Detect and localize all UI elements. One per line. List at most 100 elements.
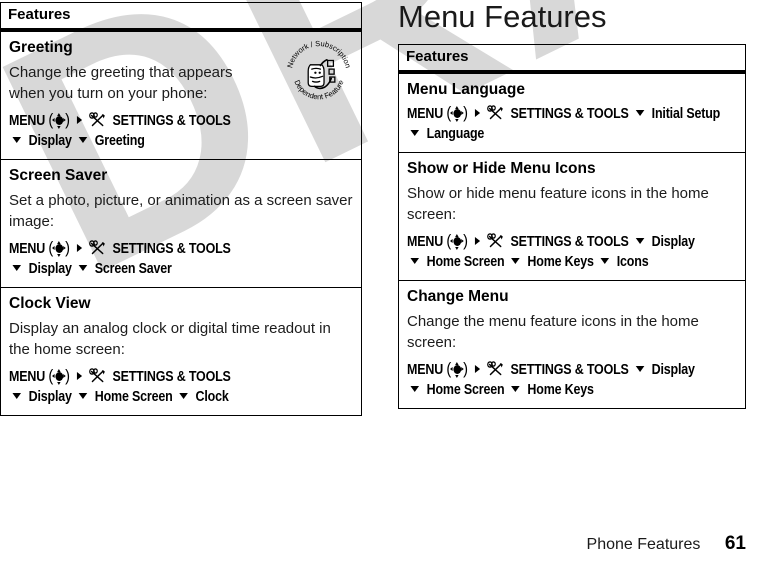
navigation-key-icon: ( )	[446, 359, 468, 378]
settings-and-tools-icon	[89, 240, 106, 256]
settings-and-tools-icon	[89, 368, 106, 384]
left-features-table: Features Greeting Change the greeting th…	[0, 2, 362, 416]
row-description: Display an analog clock or digital time …	[9, 320, 331, 358]
arrow-down-icon	[511, 258, 520, 264]
row-description: Show or hide menu feature icons in the h…	[407, 185, 709, 223]
row-title: Screen Saver	[9, 167, 108, 184]
settings-and-tools-icon	[487, 233, 504, 249]
menu-item-label: Screen Saver	[94, 261, 172, 277]
menu-item-label: Initial Setup	[651, 106, 721, 122]
row-title: Change Menu	[407, 288, 509, 305]
paren-right: )	[463, 359, 468, 378]
menu-item-label: Display	[651, 234, 695, 250]
row-description: Set a photo, picture, or animation as a …	[9, 192, 353, 230]
arrow-down-icon	[635, 110, 645, 116]
arrow-down-icon	[410, 386, 420, 392]
manual-page: Features Greeting Change the greeting th…	[0, 0, 759, 565]
menu-item-label: Icons	[616, 254, 649, 270]
right-column: Menu Features Features Menu Language MEN…	[398, 0, 746, 409]
menu-item-label: Display	[28, 261, 72, 277]
arrow-down-icon	[12, 265, 22, 271]
arrow-down-icon	[78, 393, 88, 399]
table-row: Menu Language MENU ( ) SETTINGS & TOOLS …	[399, 74, 745, 153]
arrow-down-icon	[410, 130, 420, 136]
menu-key-label: MENU	[407, 362, 444, 378]
menu-item-label: Home Keys	[527, 382, 594, 398]
menu-item-label: SETTINGS & TOOLS	[112, 241, 231, 257]
row-description: Change the greeting that appears when yo…	[9, 64, 233, 102]
arrow-right-icon	[76, 244, 82, 252]
navigation-key-icon: ( )	[48, 110, 70, 129]
menu-item-label: Home Screen	[426, 382, 505, 398]
left-table-header: Features	[1, 3, 361, 32]
navigation-path: MENU ( )	[9, 367, 352, 407]
arrow-right-icon	[76, 116, 82, 124]
row-title: Clock View	[9, 295, 91, 312]
menu-item-label: Home Screen	[94, 389, 173, 405]
arrow-down-icon	[12, 393, 22, 399]
table-row: Greeting Change the greeting that appear…	[1, 32, 361, 160]
right-features-table: Features Menu Language MENU ( ) SETTINGS…	[398, 44, 746, 409]
navigation-key-icon: ( )	[48, 238, 70, 257]
paren-right: )	[65, 110, 70, 129]
navigation-key-icon: ( )	[446, 231, 468, 250]
arrow-right-icon	[474, 109, 480, 117]
footer-section-label: Phone Features	[586, 536, 701, 553]
left-column: Features Greeting Change the greeting th…	[0, 2, 362, 416]
settings-and-tools-icon	[89, 112, 106, 128]
table-row: Show or Hide Menu Icons Show or hide men…	[399, 153, 745, 281]
menu-item-label: SETTINGS & TOOLS	[112, 113, 231, 129]
paren-right: )	[65, 366, 70, 385]
arrow-down-icon	[410, 258, 420, 264]
navigation-path: MENU ( )	[9, 111, 352, 151]
navigation-key-icon: ( )	[48, 366, 70, 385]
menu-key-label: MENU	[9, 241, 46, 257]
table-row: Change Menu Change the menu feature icon…	[399, 281, 745, 408]
right-table-header: Features	[399, 45, 745, 74]
navigation-path: MENU ( )	[407, 360, 736, 400]
settings-and-tools-icon	[487, 361, 504, 377]
menu-item-label: Language	[426, 126, 485, 142]
navigation-path: MENU ( )	[407, 104, 736, 144]
settings-and-tools-icon	[487, 105, 504, 121]
menu-item-label: Display	[28, 133, 72, 149]
table-row: Clock View Display an analog clock or di…	[1, 288, 361, 415]
navigation-key-icon: ( )	[446, 103, 468, 122]
arrow-down-icon	[179, 393, 188, 399]
arrow-right-icon	[76, 372, 82, 380]
menu-key-label: MENU	[407, 106, 444, 122]
paren-right: )	[65, 238, 70, 257]
page-footer: Phone Features 61	[0, 533, 746, 555]
menu-key-label: MENU	[9, 113, 46, 129]
navigation-path: MENU ( )	[407, 232, 736, 272]
arrow-down-icon	[78, 265, 88, 271]
arrow-down-icon	[12, 137, 22, 143]
menu-key-label: MENU	[9, 369, 46, 385]
row-title: Show or Hide Menu Icons	[407, 160, 596, 177]
arrow-right-icon	[474, 237, 480, 245]
menu-item-label: SETTINGS & TOOLS	[112, 369, 231, 385]
menu-item-label: Greeting	[94, 133, 145, 149]
menu-item-label: Display	[28, 389, 72, 405]
arrow-down-icon	[635, 366, 645, 372]
arrow-down-icon	[511, 386, 520, 392]
arrow-down-icon	[635, 238, 645, 244]
arrow-right-icon	[474, 365, 480, 373]
menu-item-label: SETTINGS & TOOLS	[510, 234, 629, 250]
row-title: Menu Language	[407, 81, 525, 98]
navigation-path: MENU ( )	[9, 239, 352, 279]
menu-item-label: Home Screen	[426, 254, 505, 270]
arrow-down-icon	[78, 137, 88, 143]
paren-right: )	[463, 231, 468, 250]
footer-page-number: 61	[724, 533, 746, 554]
paren-right: )	[463, 103, 468, 122]
menu-item-label: Clock	[195, 389, 229, 405]
page-title: Menu Features	[398, 0, 607, 34]
menu-key-label: MENU	[407, 234, 444, 250]
table-row: Screen Saver Set a photo, picture, or an…	[1, 160, 361, 288]
arrow-down-icon	[600, 258, 610, 264]
menu-item-label: SETTINGS & TOOLS	[510, 106, 629, 122]
row-description: Change the menu feature icons in the hom…	[407, 313, 699, 351]
menu-item-label: Home Keys	[527, 254, 594, 270]
network-subscription-dependent-feature-badge: Network / Subscription Dependent Feature	[283, 36, 355, 108]
